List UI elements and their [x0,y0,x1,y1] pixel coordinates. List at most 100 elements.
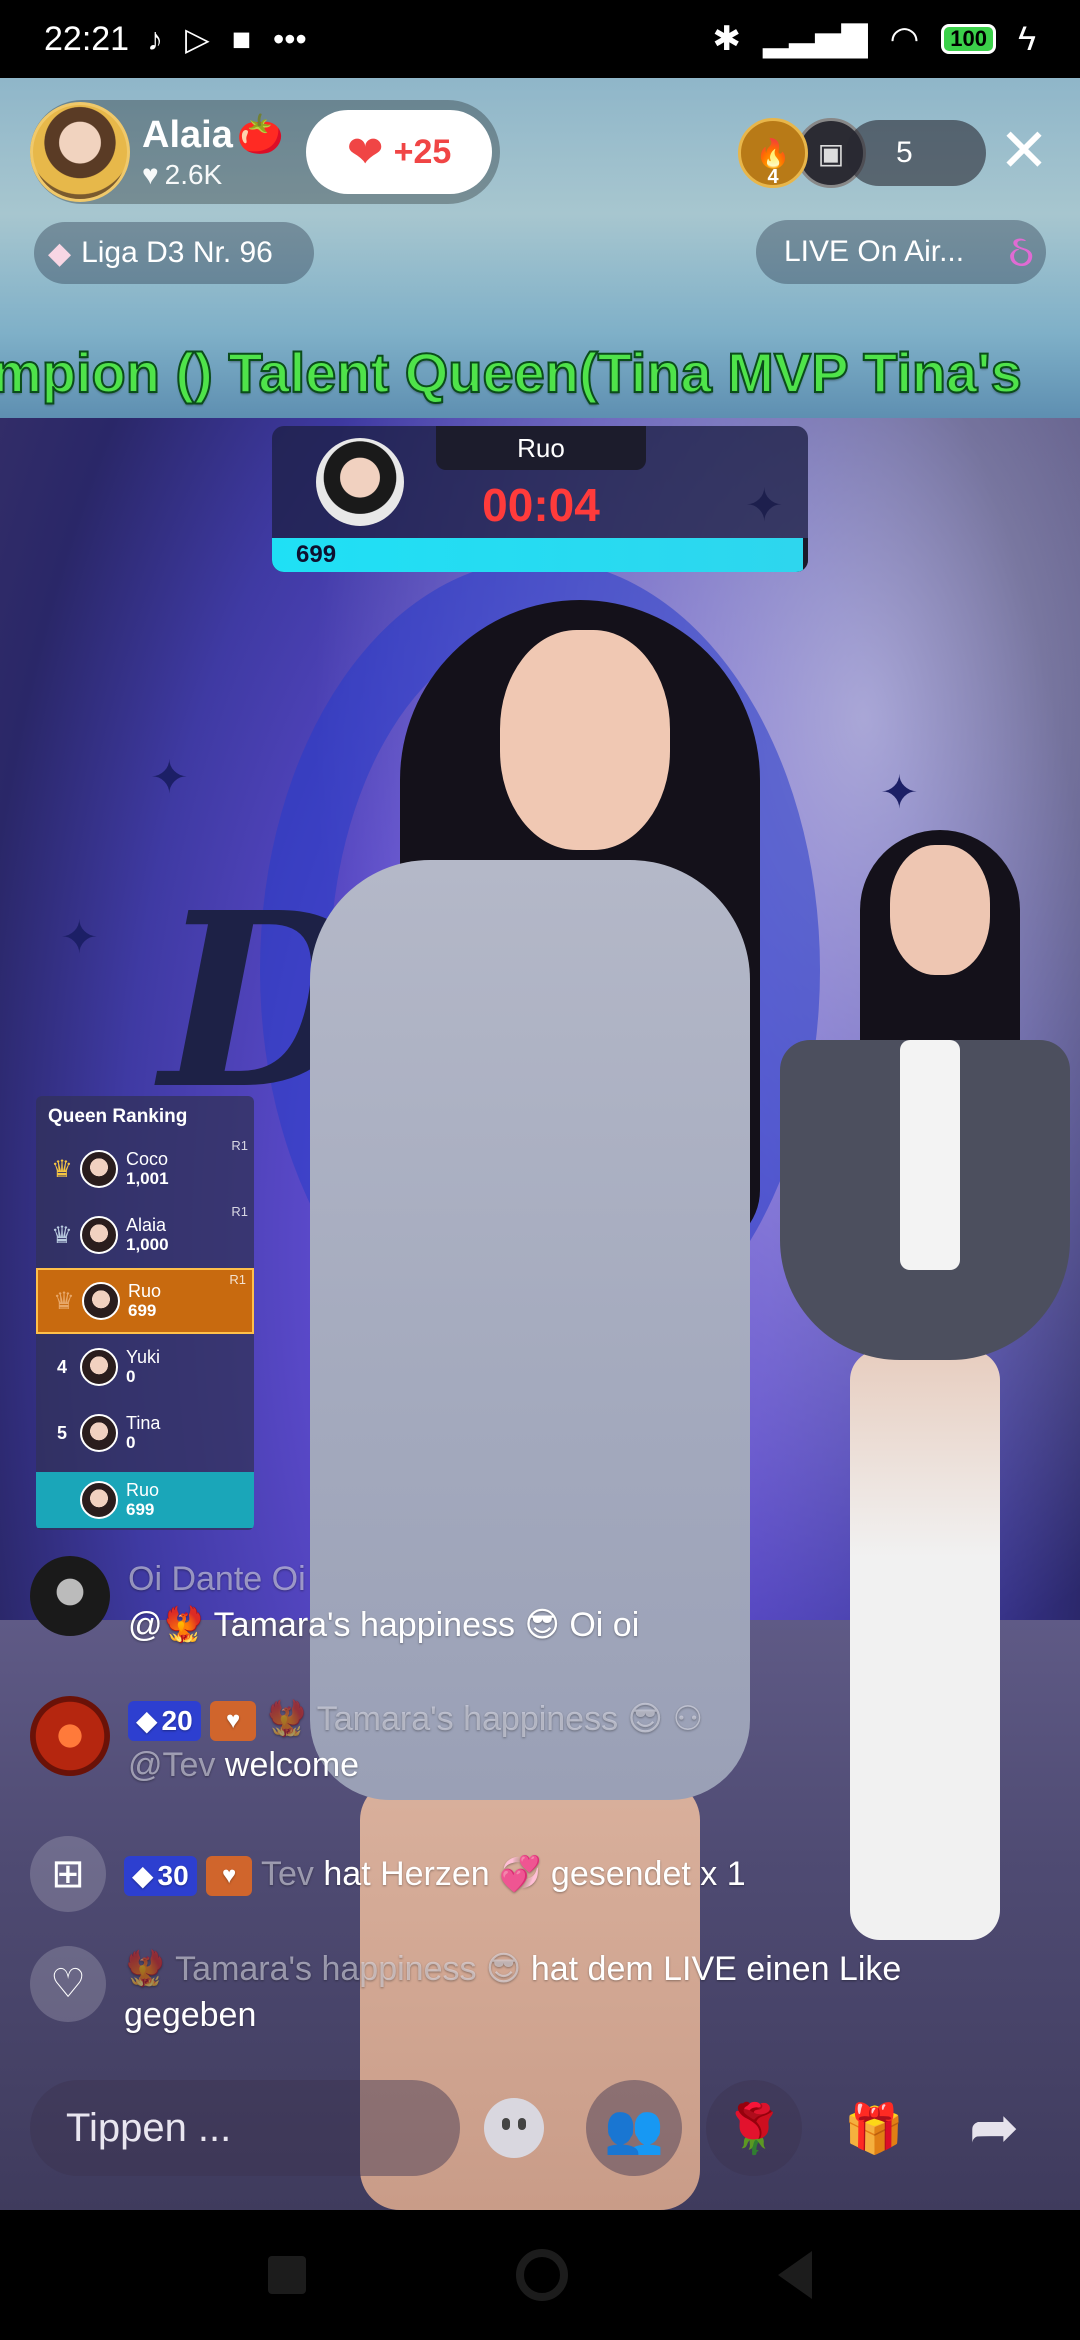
rose-gift-button[interactable]: 🌹 [706,2080,802,2176]
ranking-avatar [80,1216,118,1254]
diamond-icon: ◆ [48,236,72,270]
play-icon: ▷ [185,21,210,57]
heart-outline-icon: ♡ [30,1946,106,2022]
queen-ranking-panel[interactable]: Queen Ranking ♛ Coco 1,001 R1 ♛ Alaia 1,… [36,1096,254,1530]
status-time: 22:21 [44,19,130,58]
challenger-name: Ruo [436,426,646,470]
chat-comment[interactable]: ◆ 20 ♥ 🐦‍🔥 Tamara's happiness 😎 ⚇ @Tev w… [30,1696,703,1788]
more-dots-icon: ••• [273,20,307,57]
close-icon[interactable]: ✕ [994,116,1054,186]
multi-guest-button[interactable]: 👥 [586,2080,682,2176]
host-profile-pill[interactable]: Alaia 🍅 ♥ 2.6K ❤ +25 [30,100,500,204]
ranking-title: Queen Ranking [48,1106,188,1127]
battery-icon: 100 [941,24,996,54]
streamer-secondary-legs [850,1350,1000,1940]
streamer-secondary-bow [900,1040,960,1270]
gold-crown-icon: ♛ [51,1155,73,1183]
gift-button[interactable]: 🎁 [826,2080,922,2176]
league-badge[interactable]: ◆ Liga D3 Nr. 96 [34,222,314,284]
challenge-timer-card[interactable]: Ruo 00:04 699 [272,426,808,572]
gifter-level-badge: ◆ 30 [124,1856,197,1897]
tomato-icon: 🍅 [236,114,285,156]
home-icon[interactable] [516,2249,568,2301]
recents-icon[interactable] [268,2256,306,2294]
live-status-pill[interactable]: LIVE On Air... ઠ [756,220,1046,284]
host-name-text: Alaia [142,113,233,156]
video-icon: ■ [231,20,252,57]
ranking-score: 699 [128,1301,157,1320]
like-event-text: hat dem LIVE einen Like [530,1950,902,1988]
bluetooth-icon: ✱ [712,20,742,58]
ranking-avatar [80,1348,118,1386]
gift-outline-icon: ⊞ [30,1836,106,1912]
top-viewer-rank: 4 [767,166,779,188]
comment-body: Oi Dante Oi @🐦‍🔥 Tamara's happiness 😎 Oi… [128,1556,639,1648]
viewer-count[interactable]: 5 [846,120,986,186]
smiley-icon [484,2098,544,2158]
comment-mention: @Tev [128,1746,216,1784]
charging-icon: ϟ [1018,19,1036,58]
emoji-button[interactable] [466,2080,562,2176]
ranking-avatar [80,1150,118,1188]
ranking-score: 1,001 [126,1169,169,1188]
chat-comment[interactable]: Oi Dante Oi @🐦‍🔥 Tamara's happiness 😎 Oi… [30,1556,639,1648]
wifi-icon: ◠ [889,20,920,58]
like-event-body: 🐦‍🔥 Tamara's happiness 😎 hat dem LIVE ei… [124,1946,901,2038]
viewer-count-text: 5 [896,136,913,169]
like-event[interactable]: ♡ 🐦‍🔥 Tamara's happiness 😎 hat dem LIVE … [30,1946,901,2038]
fan-club-badge: ♥ [206,1856,253,1897]
share-button[interactable]: ➦ [946,2080,1042,2176]
like-event-text-continued: gegeben [124,1996,257,2034]
comment-text: @🐦‍🔥 Tamara's happiness 😎 Oi oi [128,1606,640,1644]
gifter-level: 30 [157,1860,189,1892]
status-bar: 22:21 ♪ ▷ ■ ••• ✱ ▂▃▅▇ ◠ 100 ϟ [0,0,1080,78]
ranking-score: 699 [126,1500,155,1519]
ranking-row[interactable]: ♛ Alaia 1,000 R1 [36,1202,254,1268]
like-sender-name: 🐦‍🔥 Tamara's happiness 😎 [124,1950,522,1988]
like-bonus-count: +25 [393,132,452,171]
score-progress-bar: 699 [272,538,808,572]
diamond-icon: ◆ [136,1705,158,1737]
ranking-name: Alaia [126,1215,167,1235]
host-likes-count: 2.6K [164,159,223,190]
host-avatar[interactable] [30,102,130,202]
back-icon[interactable] [778,2251,812,2299]
marquee-text: mpion () Talent Queen(Tina MVP Tina's [0,340,1023,405]
silver-crown-icon: ♛ [51,1221,73,1249]
bronze-crown-icon: ♛ [53,1287,75,1315]
signal-icon: ▂▃▅▇ [763,20,868,58]
comment-body: ◆ 20 ♥ 🐦‍🔥 Tamara's happiness 😎 ⚇ @Tev w… [128,1696,703,1788]
ranking-score: 1,000 [126,1235,169,1254]
streamer-main-face [500,630,670,850]
ranking-row[interactable]: ♛ Coco 1,001 R1 [36,1136,254,1202]
commenter-avatar[interactable] [30,1696,110,1776]
top-viewer-avatar[interactable]: 🔥 4 [738,118,808,188]
comment-text: welcome [224,1746,360,1784]
comment-input[interactable]: Tippen ... [30,2080,460,2176]
gifter-level-badge: ◆ 20 [128,1701,201,1742]
ranking-tag: R1 [231,1204,248,1219]
share-arrow-icon: ➦ [968,2094,1020,2161]
live-status-label: LIVE On Air... [784,235,965,268]
comment-username: Oi Dante Oi [128,1560,306,1598]
ranking-name: Ruo [128,1281,162,1301]
gifter-level: 20 [161,1705,193,1737]
ranking-row-self[interactable]: Ruo 699 [36,1472,254,1528]
ranking-row[interactable]: 4 Yuki 0 [36,1334,254,1400]
commenter-avatar[interactable] [30,1556,110,1636]
ranking-score: 0 [126,1433,136,1452]
host-name: Alaia 🍅 [142,113,284,157]
gift-event-text: hat Herzen 💞 gesendet x 1 [323,1855,746,1893]
ranking-avatar [80,1481,118,1519]
score-progress-fill [272,538,803,572]
gift-event[interactable]: ⊞ ◆ 30 ♥ Tev hat Herzen 💞 gesendet x 1 [30,1836,746,1912]
top-viewers[interactable]: 🔥 4 ▣ 5 [738,118,986,188]
ranking-row-active[interactable]: ♛ Ruo 699 R1 [36,1268,254,1334]
ranking-avatar [80,1414,118,1452]
ranking-name: Ruo [126,1480,160,1500]
heart-badge-icon: ♥ [222,1862,237,1890]
streamer-main-dress [310,860,750,1800]
like-bonus-button[interactable]: ❤ +25 [306,110,492,194]
ranking-row[interactable]: 5 Tina 0 [36,1400,254,1466]
ranking-position: 5 [56,1422,67,1443]
